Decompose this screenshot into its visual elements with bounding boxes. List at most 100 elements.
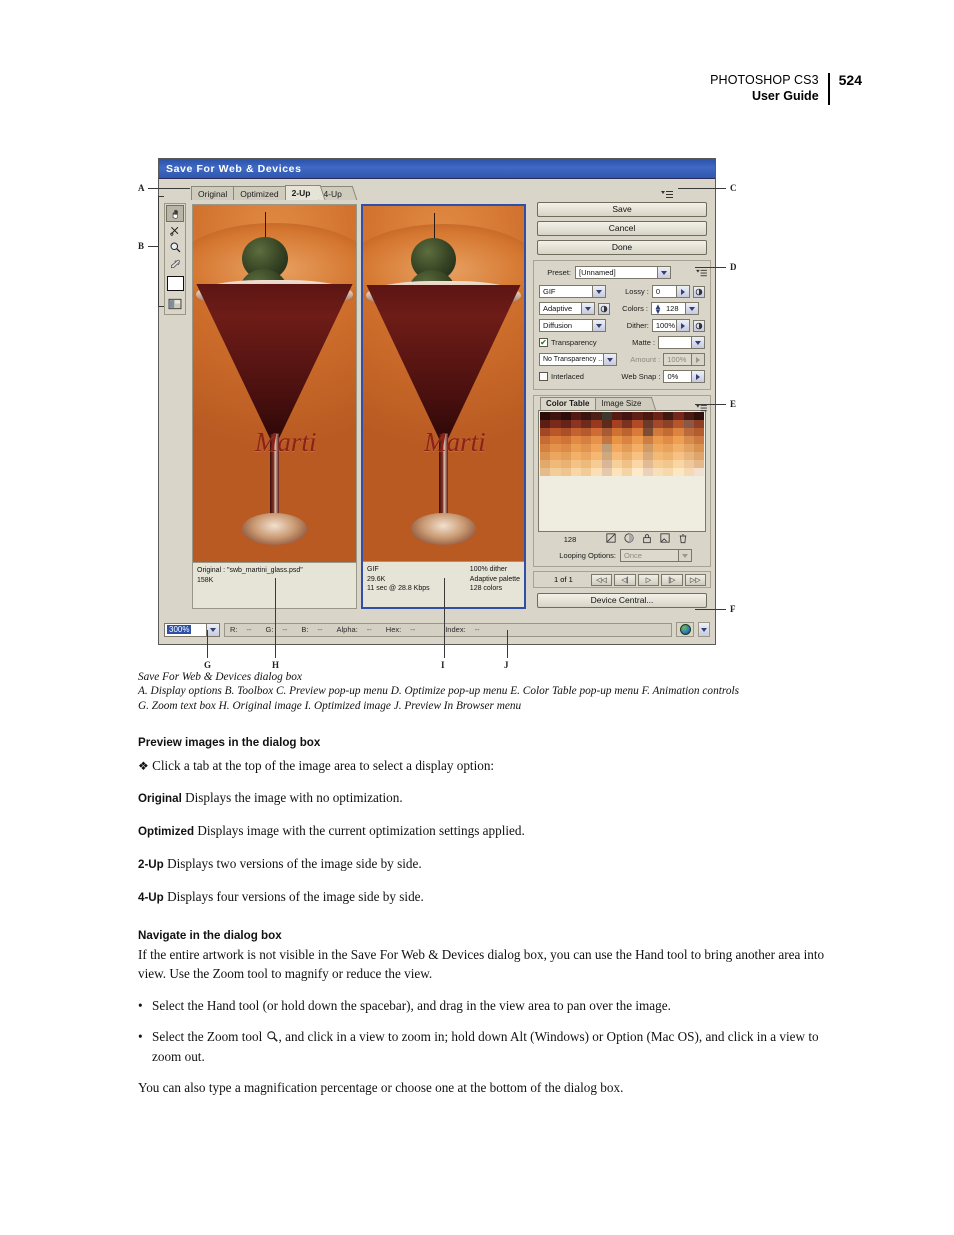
- map-to-web-palette-icon[interactable]: [602, 533, 620, 545]
- color-swatch[interactable]: [663, 452, 674, 460]
- color-swatch[interactable]: [683, 452, 694, 460]
- color-swatch[interactable]: [611, 460, 622, 468]
- stepper-arrow-icon[interactable]: [676, 286, 690, 297]
- zoom-text-box[interactable]: 300%: [164, 622, 220, 637]
- color-swatch[interactable]: [632, 444, 643, 452]
- lossy-channel-button[interactable]: [693, 285, 705, 298]
- dither-channel-button[interactable]: [693, 319, 705, 332]
- color-swatch[interactable]: [611, 420, 622, 428]
- looping-options-select[interactable]: Once: [620, 549, 692, 562]
- color-swatch[interactable]: [581, 412, 592, 420]
- color-swatch[interactable]: [581, 452, 592, 460]
- color-swatch[interactable]: [632, 436, 643, 444]
- preset-select[interactable]: [Unnamed]: [575, 266, 671, 279]
- color-swatch[interactable]: [652, 452, 663, 460]
- color-swatch[interactable]: [540, 428, 551, 436]
- color-swatch[interactable]: [663, 444, 674, 452]
- play-button[interactable]: ▷: [637, 573, 660, 586]
- color-swatch[interactable]: [673, 428, 684, 436]
- slice-select-tool-icon[interactable]: [166, 222, 184, 239]
- color-swatch[interactable]: [601, 468, 612, 476]
- toggle-slices-visibility-icon[interactable]: [166, 295, 184, 312]
- color-swatch[interactable]: [560, 412, 571, 420]
- color-swatch[interactable]: [550, 428, 561, 436]
- color-swatch[interactable]: [611, 412, 622, 420]
- chevron-down-icon[interactable]: [592, 320, 606, 331]
- color-swatch[interactable]: [663, 428, 674, 436]
- color-swatch[interactable]: [540, 460, 551, 468]
- color-swatch[interactable]: [570, 412, 581, 420]
- color-swatch[interactable]: [632, 452, 643, 460]
- color-swatch[interactable]: [581, 468, 592, 476]
- tab-original[interactable]: Original: [191, 186, 237, 200]
- stepper-icon[interactable]: ▲ ▼: [654, 303, 662, 316]
- color-swatch[interactable]: [663, 436, 674, 444]
- color-swatch[interactable]: [560, 452, 571, 460]
- chevron-down-icon[interactable]: [592, 286, 606, 297]
- color-swatch[interactable]: [693, 428, 704, 436]
- save-button[interactable]: Save: [537, 202, 707, 217]
- color-swatch[interactable]: [611, 428, 622, 436]
- color-swatch[interactable]: [693, 436, 704, 444]
- color-swatch[interactable]: [673, 444, 684, 452]
- color-swatch[interactable]: [642, 468, 653, 476]
- chevron-down-icon[interactable]: [685, 303, 698, 314]
- color-table-tabs[interactable]: Color Table Image Size: [538, 396, 706, 410]
- color-swatch[interactable]: [560, 428, 571, 436]
- file-format-select[interactable]: GIF: [539, 285, 607, 298]
- preview-popup-menu-icon[interactable]: [661, 187, 673, 198]
- color-swatch[interactable]: [622, 428, 633, 436]
- palette-channel-button[interactable]: [598, 302, 610, 315]
- cancel-button[interactable]: Cancel: [537, 221, 707, 236]
- color-swatch[interactable]: [540, 452, 551, 460]
- color-swatch[interactable]: [642, 420, 653, 428]
- color-swatch[interactable]: [591, 436, 602, 444]
- color-swatch[interactable]: [581, 420, 592, 428]
- color-swatch[interactable]: [560, 444, 571, 452]
- color-table-swatches[interactable]: [538, 410, 706, 532]
- color-swatch[interactable]: [611, 444, 622, 452]
- eyedropper-color-swatch[interactable]: [166, 276, 184, 291]
- optimized-image[interactable]: Marti: [363, 206, 524, 563]
- color-swatch[interactable]: [570, 428, 581, 436]
- color-swatch[interactable]: [693, 444, 704, 452]
- color-swatch[interactable]: [683, 436, 694, 444]
- color-swatch[interactable]: [673, 436, 684, 444]
- color-swatch[interactable]: [622, 412, 633, 420]
- optimized-image-pane[interactable]: Marti GIF 29.6K 11 sec @ 28.8 Kbps 100% …: [361, 204, 526, 609]
- color-swatch[interactable]: [663, 460, 674, 468]
- color-swatch[interactable]: [683, 428, 694, 436]
- lossy-input[interactable]: 0: [651, 285, 691, 298]
- transparency-checkbox[interactable]: ✔: [539, 338, 548, 347]
- chevron-down-icon[interactable]: [602, 354, 616, 365]
- color-swatch[interactable]: [601, 444, 612, 452]
- original-image-pane[interactable]: Marti Original : "swb_martini_glass.psd"…: [192, 204, 357, 609]
- chevron-down-icon[interactable]: [657, 267, 670, 278]
- color-swatch[interactable]: [642, 460, 653, 468]
- color-swatch[interactable]: [560, 420, 571, 428]
- interlaced-checkbox-row[interactable]: Interlaced: [539, 372, 616, 381]
- color-swatch[interactable]: [601, 420, 612, 428]
- color-swatch[interactable]: [540, 436, 551, 444]
- tab-image-size[interactable]: Image Size: [595, 397, 651, 410]
- colors-select[interactable]: ▲ ▼ 128: [651, 302, 699, 316]
- color-swatch[interactable]: [622, 420, 633, 428]
- hand-tool-icon[interactable]: [166, 205, 184, 222]
- color-swatch[interactable]: [581, 436, 592, 444]
- color-swatch[interactable]: [581, 428, 592, 436]
- color-swatch[interactable]: [642, 452, 653, 460]
- color-swatch[interactable]: [673, 468, 684, 476]
- color-swatch[interactable]: [693, 420, 704, 428]
- done-button[interactable]: Done: [537, 240, 707, 255]
- tab-color-table[interactable]: Color Table: [540, 397, 599, 410]
- next-frame-button[interactable]: |▷: [661, 573, 683, 586]
- color-swatch[interactable]: [622, 460, 633, 468]
- color-swatch[interactable]: [581, 460, 592, 468]
- color-swatch[interactable]: [642, 412, 653, 420]
- color-swatch[interactable]: [663, 412, 674, 420]
- color-swatch[interactable]: [673, 460, 684, 468]
- device-central-button[interactable]: Device Central...: [537, 593, 707, 608]
- color-swatch[interactable]: [683, 468, 694, 476]
- color-swatch[interactable]: [570, 436, 581, 444]
- color-swatch[interactable]: [652, 436, 663, 444]
